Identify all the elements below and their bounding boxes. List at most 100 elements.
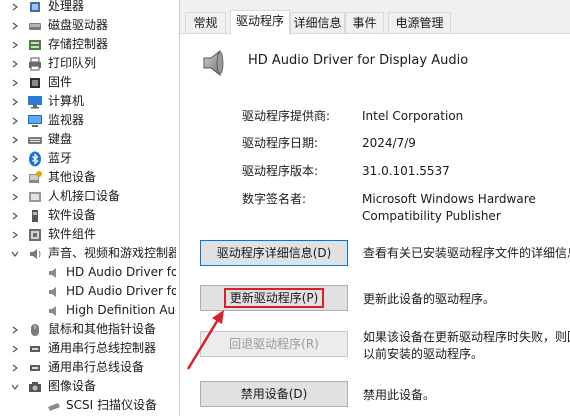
tree-item-scsi-scanner[interactable]: SCSI 扫描仪设备	[0, 396, 176, 415]
tree-item-hid[interactable]: 人机接口设备	[0, 187, 176, 206]
chevron-right-icon[interactable]	[10, 173, 20, 183]
chevron-right-icon[interactable]	[10, 97, 20, 107]
bluetooth-icon	[27, 151, 43, 167]
chevron-right-icon[interactable]	[10, 21, 20, 31]
chevron-right-icon[interactable]	[10, 2, 20, 12]
mouse-icon	[27, 322, 43, 338]
tree-item-label: 存储控制器	[48, 37, 109, 51]
chevron-right-icon[interactable]	[10, 325, 20, 335]
tree-item-imaging-devices[interactable]: 图像设备	[0, 377, 176, 396]
tree-item-label: 磁盘驱动器	[48, 18, 109, 32]
tree-item-label: 计算机	[48, 94, 85, 108]
tree-item-label: 鼠标和其他指针设备	[48, 322, 157, 336]
tab-general[interactable]: 常规	[185, 12, 226, 34]
scanner-icon	[46, 398, 62, 414]
tree-item-label: 通用串行总线设备	[48, 360, 145, 374]
tree-item-storage-controllers[interactable]: 存储控制器	[0, 35, 176, 54]
chevron-right-icon[interactable]	[10, 344, 20, 354]
other-devices-icon	[27, 170, 43, 186]
tree-item-computer[interactable]: 计算机	[0, 92, 176, 111]
disable-device-desc: 禁用此设备。	[363, 388, 436, 402]
chevron-right-icon[interactable]	[10, 363, 20, 373]
processor-icon	[27, 0, 43, 15]
tree-item-monitors[interactable]: 监视器	[0, 111, 176, 130]
tree-item-mice[interactable]: 鼠标和其他指针设备	[0, 320, 176, 339]
printer-icon	[27, 56, 43, 72]
usb-device-icon	[27, 360, 43, 376]
speaker-icon	[46, 284, 62, 300]
tree-item-keyboards[interactable]: 键盘	[0, 130, 176, 149]
driver-details-button[interactable]: 驱动程序详细信息(D)	[200, 240, 348, 266]
computer-icon	[27, 94, 43, 110]
tree-item-label: 声音、视频和游戏控制器	[48, 246, 176, 260]
tree-item-disk-drives[interactable]: 磁盘驱动器	[0, 16, 176, 35]
software-device-icon	[27, 208, 43, 224]
sound-icon	[27, 246, 43, 262]
tree-item-label: 键盘	[48, 132, 73, 146]
tree-item-label: 人机接口设备	[48, 189, 121, 203]
monitor-icon	[27, 113, 43, 129]
tree-item-label: 蓝牙	[48, 151, 73, 165]
tree-item-hd-audio-2[interactable]: HD Audio Driver for	[0, 282, 176, 301]
chevron-right-icon[interactable]	[10, 59, 20, 69]
rollback-driver-button[interactable]: 回退驱动程序(R)	[200, 331, 348, 357]
tab-details[interactable]: 详细信息	[290, 12, 345, 34]
tree-item-label: 监视器	[48, 113, 85, 127]
driver-details-desc: 查看有关已安装驱动程序文件的详细信息。	[363, 246, 570, 260]
chevron-right-icon[interactable]	[10, 116, 20, 126]
signer-value-line1: Microsoft Windows Hardware	[362, 192, 536, 206]
tree-item-usb-controllers[interactable]: 通用串行总线控制器	[0, 339, 176, 358]
usb-icon	[27, 341, 43, 357]
date-value: 2024/7/9	[362, 136, 416, 150]
tree-item-hd-audio-3[interactable]: High Definition Audi	[0, 301, 176, 320]
tree-item-software-components[interactable]: 软件组件	[0, 225, 176, 244]
tree-item-label: 打印队列	[48, 56, 97, 70]
tree-item-print-queues[interactable]: 打印队列	[0, 54, 176, 73]
imaging-device-icon	[27, 379, 43, 395]
tree-item-label: 处理器	[48, 0, 85, 13]
hid-icon	[27, 189, 43, 205]
signer-value-line2: Compatibility Publisher	[362, 209, 501, 223]
tree-item-hd-audio-1[interactable]: HD Audio Driver for	[0, 263, 176, 282]
tree-item-label: 其他设备	[48, 170, 97, 184]
tree-item-processor[interactable]: 处理器	[0, 0, 176, 16]
tree-item-usb-devices[interactable]: 通用串行总线设备	[0, 358, 176, 377]
tab-events[interactable]: 事件	[345, 12, 384, 34]
tree-item-label: HD Audio Driver for	[66, 284, 176, 298]
version-value: 31.0.101.5537	[362, 164, 450, 178]
chevron-down-icon[interactable]	[10, 382, 20, 392]
tree-item-label: SCSI 扫描仪设备	[66, 398, 157, 412]
tree-item-label: 图像设备	[48, 379, 97, 393]
tree-item-label: High Definition Audi	[66, 303, 176, 317]
tree-item-other-devices[interactable]: 其他设备	[0, 168, 176, 187]
disk-drive-icon	[27, 18, 43, 34]
storage-controller-icon	[27, 37, 43, 53]
tree-item-label: 软件设备	[48, 208, 97, 222]
chevron-right-icon[interactable]	[10, 192, 20, 202]
chevron-right-icon[interactable]	[10, 230, 20, 240]
tree-item-firmware[interactable]: 固件	[0, 73, 176, 92]
tree-item-bluetooth[interactable]: 蓝牙	[0, 149, 176, 168]
update-driver-button[interactable]: 更新驱动程序(P)	[200, 285, 348, 311]
chevron-right-icon[interactable]	[10, 154, 20, 164]
chevron-right-icon[interactable]	[10, 40, 20, 50]
chevron-down-icon[interactable]	[10, 249, 20, 259]
chevron-right-icon[interactable]	[10, 135, 20, 145]
tree-item-label: 固件	[48, 75, 73, 89]
software-component-icon	[27, 227, 43, 243]
update-driver-label: 更新驱动程序(P)	[223, 288, 325, 308]
device-tree: 处理器 磁盘驱动器 存储控制器 打印队列 固件 计算机 监视器 键盘 蓝牙 其他…	[0, 0, 176, 416]
tab-power-management[interactable]: 电源管理	[388, 12, 451, 34]
tab-driver[interactable]: 驱动程序	[230, 10, 290, 35]
chevron-right-icon[interactable]	[10, 211, 20, 221]
signer-label: 数字签名者:	[242, 192, 307, 206]
chevron-right-icon[interactable]	[10, 78, 20, 88]
tree-item-software-devices[interactable]: 软件设备	[0, 206, 176, 225]
driver-properties-panel: 常规 驱动程序 详细信息 事件 电源管理 HD Audio Driver for…	[180, 0, 570, 416]
tree-item-label: 通用串行总线控制器	[48, 341, 157, 355]
tree-item-sound-video-game[interactable]: 声音、视频和游戏控制器	[0, 244, 176, 263]
date-label: 驱动程序日期:	[242, 136, 319, 150]
update-driver-desc: 更新此设备的驱动程序。	[363, 292, 496, 306]
disable-device-button[interactable]: 禁用设备(D)	[200, 381, 348, 407]
driver-tab-page: HD Audio Driver for Display Audio 驱动程序提供…	[180, 33, 570, 416]
